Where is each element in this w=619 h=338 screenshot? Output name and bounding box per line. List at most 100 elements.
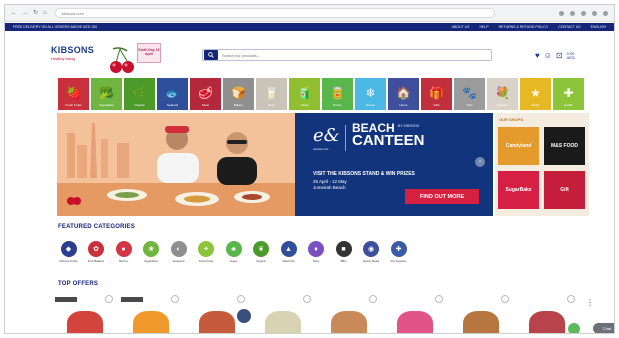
- category-tiles: 🍓 Fresh Fruits 🥦 Vegetables 🌿 Organic 🐟 Seafood…: [58, 78, 584, 110]
- category-tile[interactable]: 🧃 Juices: [289, 78, 320, 110]
- category-tile[interactable]: 🐟 Seafood: [157, 78, 188, 110]
- category-tile[interactable]: 🌿 Organic: [124, 78, 155, 110]
- site-header: KIBSONS Healthy living Earth Day 22 Apri…: [5, 33, 614, 75]
- reload-icon[interactable]: ↻: [33, 10, 38, 16]
- featured-category-item[interactable]: ❀ Vegetables: [142, 241, 161, 263]
- wishlist-heart-icon[interactable]: [501, 295, 509, 303]
- product-image[interactable]: [133, 311, 169, 333]
- language-selector[interactable]: ENGLISH: [591, 25, 606, 29]
- promo-title: BEACH CANTEEN BY KIBSONS: [352, 121, 425, 150]
- product-image[interactable]: [463, 311, 499, 333]
- shop-gift[interactable]: Gift: [544, 171, 585, 209]
- extension-icon[interactable]: [570, 10, 575, 16]
- wishlist-heart-icon[interactable]: [435, 295, 443, 303]
- topstrip-link[interactable]: ABOUT US: [452, 25, 470, 29]
- featured-category-item[interactable]: ✚ Pet Supplies: [389, 241, 408, 263]
- whatsapp-icon[interactable]: [568, 323, 580, 333]
- offer-card[interactable]: [55, 295, 117, 333]
- back-icon[interactable]: ←: [11, 10, 17, 16]
- topstrip-link[interactable]: HELP: [479, 25, 488, 29]
- category-tile[interactable]: 🍞 Bakery: [223, 78, 254, 110]
- category-label: Dairy: [267, 103, 275, 107]
- category-label: Pantry: [333, 103, 342, 107]
- category-tile[interactable]: 💐 Flowers: [487, 78, 518, 110]
- category-tile[interactable]: ❄ Frozen: [355, 78, 386, 110]
- wishlist-heart-icon[interactable]: [237, 295, 245, 303]
- forward-icon[interactable]: →: [22, 10, 28, 16]
- wishlist-heart-icon[interactable]: [171, 295, 179, 303]
- category-tile[interactable]: 🎁 Gifts: [421, 78, 452, 110]
- featured-category-item[interactable]: ♦ Dairy: [307, 241, 326, 263]
- featured-category-item[interactable]: ● Berries: [114, 241, 133, 263]
- earth-day-badge[interactable]: Earth Day 22 April: [137, 43, 161, 63]
- category-tile[interactable]: 🍓 Fresh Fruits: [58, 78, 89, 110]
- carousel-next-icon[interactable]: ›: [475, 157, 485, 167]
- featured-category-item[interactable]: ◐ Seasonal: [169, 241, 188, 263]
- wishlist-heart-icon[interactable]: [105, 295, 113, 303]
- address-bar[interactable]: kibsons.com: [54, 8, 495, 18]
- wishlist-heart-icon[interactable]: [303, 295, 311, 303]
- featured-category-item[interactable]: ✿ Fruit Baskets: [87, 241, 106, 263]
- featured-category-item[interactable]: ▲ Salad Kits: [279, 241, 298, 263]
- category-tile[interactable]: 🥛 Dairy: [256, 78, 287, 110]
- category-tile[interactable]: 🥦 Vegetables: [91, 78, 122, 110]
- search-input[interactable]: [222, 52, 482, 58]
- category-tile[interactable]: 🐾 Pets: [454, 78, 485, 110]
- offer-card[interactable]: [451, 295, 513, 333]
- extension-icon[interactable]: [559, 10, 564, 16]
- wishlist-icon[interactable]: ♥: [535, 52, 540, 60]
- category-label: Health: [564, 103, 573, 107]
- promo-dates: 25 April - 12 May Jumeirah Beach: [313, 179, 347, 190]
- offer-card[interactable]: [253, 295, 315, 333]
- featured-category-item[interactable]: ♣ Vegan: [224, 241, 243, 263]
- shop-sugarbake[interactable]: SugarBake: [498, 171, 539, 209]
- product-image[interactable]: [331, 311, 367, 333]
- category-label: Gifts: [433, 103, 440, 107]
- featured-category-label: Ready Meals: [362, 259, 380, 263]
- category-tile[interactable]: ★ Deals: [520, 78, 551, 110]
- wishlist-heart-icon[interactable]: [567, 295, 575, 303]
- featured-category-item[interactable]: ◉ Ready Meals: [362, 241, 381, 263]
- shop-candyland[interactable]: Candyland: [498, 127, 539, 165]
- shop-marks-spencer[interactable]: M&S FOOD: [544, 127, 585, 165]
- home-icon[interactable]: ⌂: [43, 10, 47, 16]
- topstrip-link[interactable]: CONTACT US: [558, 25, 580, 29]
- featured-category-item[interactable]: ✦ Dried Fruits: [197, 241, 216, 263]
- offer-card[interactable]: [319, 295, 381, 333]
- cart-total[interactable]: 0.00 AED: [567, 51, 575, 61]
- featured-category-item[interactable]: ❦ Organic: [252, 241, 271, 263]
- featured-category-label: Fruit Baskets: [87, 259, 105, 263]
- account-icon[interactable]: ☺: [544, 52, 552, 60]
- product-image[interactable]: [199, 311, 235, 333]
- find-out-more-button[interactable]: FIND OUT MORE: [405, 189, 479, 204]
- profile-icon[interactable]: [592, 10, 597, 16]
- offer-card[interactable]: [121, 295, 183, 333]
- category-tile[interactable]: 🏠 Home: [388, 78, 419, 110]
- category-icon: 🥦: [99, 86, 114, 100]
- menu-icon[interactable]: [603, 10, 608, 16]
- category-tile[interactable]: 🥫 Pantry: [322, 78, 353, 110]
- search-button[interactable]: [204, 50, 218, 60]
- offer-card[interactable]: [385, 295, 447, 333]
- extension-icon[interactable]: [581, 10, 586, 16]
- product-image[interactable]: [67, 311, 103, 333]
- chat-button[interactable]: Chat: [593, 323, 614, 333]
- category-label: Bakery: [233, 103, 244, 107]
- product-image[interactable]: [265, 311, 301, 333]
- product-image[interactable]: [529, 311, 565, 333]
- quick-view-icon[interactable]: [237, 309, 251, 323]
- more-options-icon[interactable]: ⋮: [586, 298, 594, 307]
- category-tile[interactable]: ✚ Health: [553, 78, 584, 110]
- topstrip-link[interactable]: RETURNS & REFUND POLICY: [499, 25, 549, 29]
- delivery-notice: FREE DELIVERY ON ALL ORDERS ABOVE AED 15…: [13, 25, 98, 29]
- category-tile[interactable]: 🥩 Meat: [190, 78, 221, 110]
- category-label: Flowers: [497, 103, 508, 107]
- hero-banner[interactable]: e& etisalat and BEACH CANTEEN BY KIBSONS…: [57, 113, 493, 216]
- cart-icon[interactable]: ⊡: [556, 52, 563, 60]
- featured-category-item[interactable]: ■ BBQ: [334, 241, 353, 263]
- product-image[interactable]: [397, 311, 433, 333]
- featured-category-item[interactable]: ◆ Kibsons Friday: [59, 241, 78, 263]
- category-label: Deals: [531, 103, 540, 107]
- wishlist-heart-icon[interactable]: [369, 295, 377, 303]
- featured-category-icon: ✿: [88, 241, 104, 257]
